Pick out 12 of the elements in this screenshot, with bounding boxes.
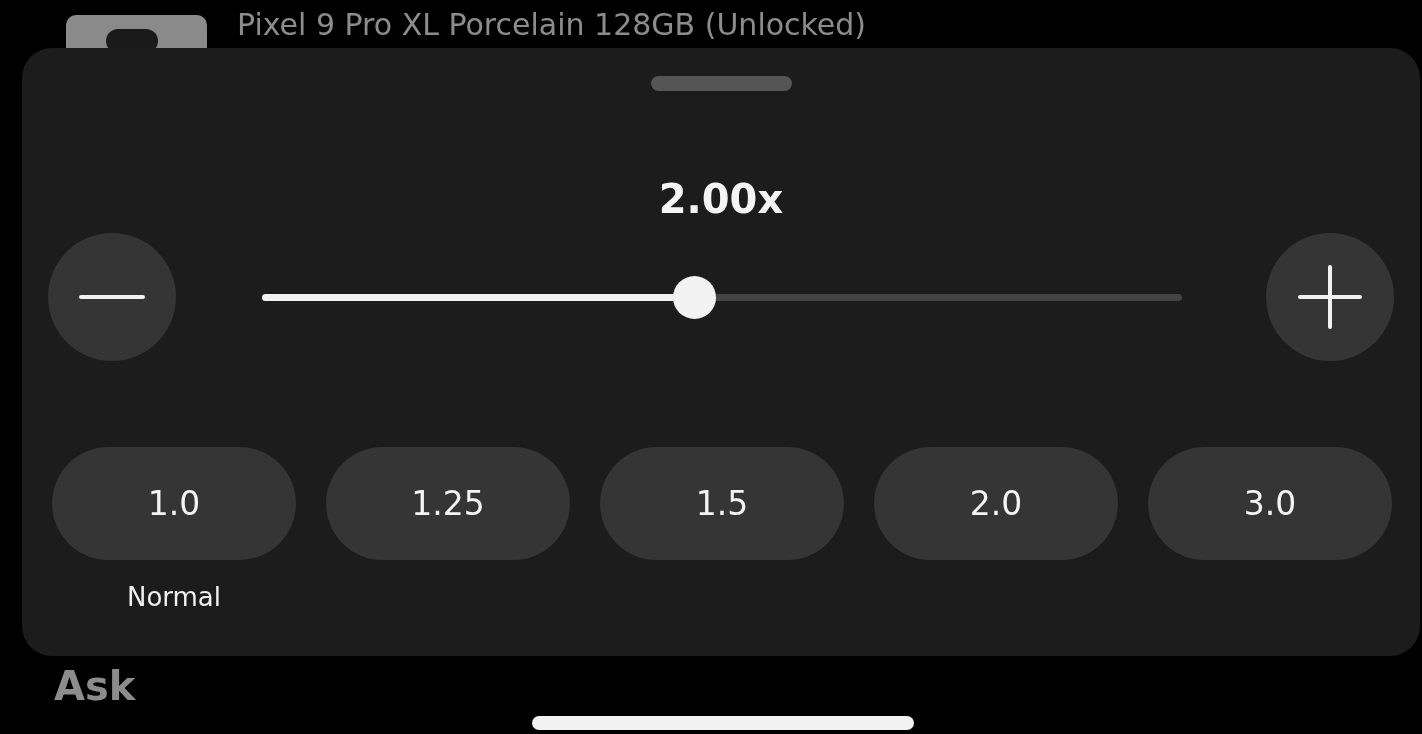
speed-preset-button[interactable]: 3.0: [1148, 447, 1392, 560]
plus-icon: [1298, 265, 1362, 329]
product-title: Pixel 9 Pro XL Porcelain 128GB (Unlocked): [237, 7, 867, 43]
speed-preset-button[interactable]: 1.25: [326, 447, 570, 560]
drag-handle[interactable]: [650, 76, 792, 91]
minus-icon: [79, 294, 145, 300]
speed-preset-button[interactable]: 1.0: [52, 447, 296, 560]
preset-caption: Normal: [126, 582, 222, 612]
section-heading: Ask: [54, 664, 136, 708]
speed-value: 2.00x: [658, 175, 784, 223]
speed-preset-button[interactable]: 2.0: [874, 447, 1118, 560]
speed-preset-button[interactable]: 1.5: [600, 447, 844, 560]
